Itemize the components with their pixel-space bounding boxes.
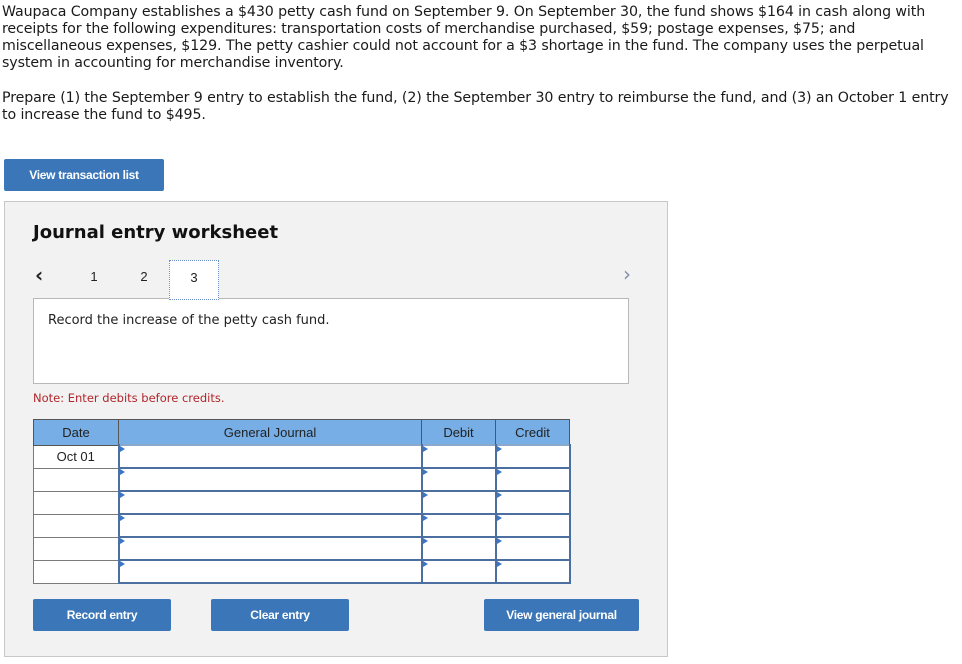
journal-row bbox=[33, 467, 571, 492]
question-text: Waupaca Company establishes a $430 petty… bbox=[2, 4, 952, 124]
credit-cell[interactable] bbox=[494, 467, 571, 492]
date-cell bbox=[33, 490, 119, 515]
date-cell bbox=[33, 559, 119, 584]
journal-row bbox=[33, 536, 571, 561]
debit-cell[interactable] bbox=[420, 559, 497, 584]
chevron-left-icon[interactable]: ‹ bbox=[35, 263, 43, 287]
credit-cell[interactable] bbox=[494, 444, 571, 469]
header-debit: Debit bbox=[421, 419, 496, 446]
header-credit: Credit bbox=[495, 419, 570, 446]
account-input[interactable] bbox=[119, 469, 421, 490]
credit-input[interactable] bbox=[496, 561, 569, 582]
journal-header-row: Date General Journal Debit Credit bbox=[33, 419, 570, 446]
credit-input[interactable] bbox=[496, 446, 569, 467]
chevron-right-icon[interactable]: › bbox=[623, 262, 631, 286]
account-cell[interactable] bbox=[117, 513, 423, 538]
date-cell bbox=[33, 513, 119, 538]
account-cell[interactable] bbox=[117, 536, 423, 561]
account-cell[interactable] bbox=[117, 490, 423, 515]
debit-cell[interactable] bbox=[420, 444, 497, 469]
header-general-journal: General Journal bbox=[118, 419, 422, 446]
date-cell bbox=[33, 467, 119, 492]
credit-input[interactable] bbox=[496, 538, 569, 559]
credit-input[interactable] bbox=[496, 469, 569, 490]
account-input[interactable] bbox=[119, 561, 421, 582]
journal-row bbox=[33, 513, 571, 538]
question-paragraph-1: Waupaca Company establishes a $430 petty… bbox=[2, 4, 926, 71]
date-cell: Oct 01 bbox=[33, 444, 119, 469]
debit-input[interactable] bbox=[422, 538, 495, 559]
journal-row bbox=[33, 559, 571, 584]
journal-row: Oct 01 bbox=[33, 444, 571, 469]
account-cell[interactable] bbox=[117, 559, 423, 584]
debit-cell[interactable] bbox=[420, 490, 497, 515]
record-entry-button[interactable]: Record entry bbox=[33, 599, 171, 631]
account-cell[interactable] bbox=[117, 467, 423, 492]
account-input[interactable] bbox=[119, 446, 421, 467]
transaction-description-box: Record the increase of the petty cash fu… bbox=[33, 298, 629, 384]
tab-2[interactable]: 2 bbox=[119, 260, 169, 298]
view-general-journal-button[interactable]: View general journal bbox=[484, 599, 639, 631]
journal-row bbox=[33, 490, 571, 515]
credit-input[interactable] bbox=[496, 515, 569, 536]
question-paragraph-2: Prepare (1) the September 9 entry to est… bbox=[2, 90, 949, 123]
tab-3-active[interactable]: 3 bbox=[169, 260, 219, 300]
clear-entry-button[interactable]: Clear entry bbox=[211, 599, 349, 631]
tab-1[interactable]: 1 bbox=[69, 260, 119, 298]
note-text: Note: Enter debits before credits. bbox=[33, 391, 225, 405]
debit-input[interactable] bbox=[422, 515, 495, 536]
debit-cell[interactable] bbox=[420, 513, 497, 538]
transaction-description: Record the increase of the petty cash fu… bbox=[48, 313, 330, 328]
debit-input[interactable] bbox=[422, 446, 495, 467]
credit-input[interactable] bbox=[496, 492, 569, 513]
account-cell[interactable] bbox=[117, 444, 423, 469]
date-cell bbox=[33, 536, 119, 561]
debit-input[interactable] bbox=[422, 469, 495, 490]
header-date: Date bbox=[33, 419, 119, 446]
debit-input[interactable] bbox=[422, 492, 495, 513]
account-input[interactable] bbox=[119, 515, 421, 536]
journal-table: Date General Journal Debit Credit Oct 01 bbox=[33, 419, 571, 584]
debit-input[interactable] bbox=[422, 561, 495, 582]
debit-cell[interactable] bbox=[420, 467, 497, 492]
worksheet-title: Journal entry worksheet bbox=[33, 222, 279, 243]
credit-cell[interactable] bbox=[494, 536, 571, 561]
credit-cell[interactable] bbox=[494, 513, 571, 538]
credit-cell[interactable] bbox=[494, 559, 571, 584]
journal-entry-worksheet: Journal entry worksheet ‹ 1 2 3 › Record… bbox=[4, 201, 668, 657]
view-transaction-list-button[interactable]: View transaction list bbox=[4, 159, 164, 191]
credit-cell[interactable] bbox=[494, 490, 571, 515]
debit-cell[interactable] bbox=[420, 536, 497, 561]
account-input[interactable] bbox=[119, 492, 421, 513]
account-input[interactable] bbox=[119, 538, 421, 559]
